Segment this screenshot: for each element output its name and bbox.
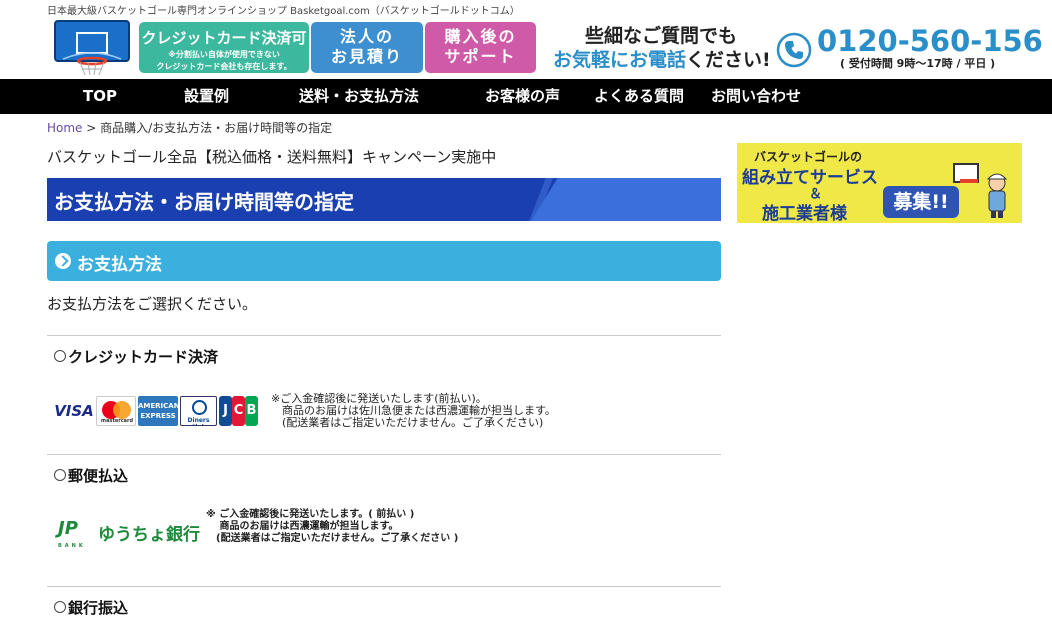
divider	[47, 454, 721, 455]
credit-card-label: クレジットカード決済	[68, 348, 219, 366]
recruit-badge: 募集!!	[883, 186, 959, 218]
divider	[47, 335, 721, 336]
credit-banner-title: クレジットカード決済可	[141, 29, 307, 47]
support-label-2: サポート	[444, 47, 517, 66]
section-title: お支払方法	[77, 255, 162, 275]
jcb-c: C	[232, 396, 245, 426]
payment-option-bank-transfer[interactable]: 銀行振込	[54, 597, 128, 618]
credit-card-note: ※ご入金確認後に発送いたします(前払い)。 商品のお届けは佐川急便または西濃運輸…	[271, 393, 556, 429]
estimate-label-2: お見積り	[330, 47, 403, 66]
payment-section-header: お支払方法	[47, 241, 721, 281]
jcb-logo: JCB	[219, 396, 258, 426]
nav-installation-examples[interactable]: 設置例	[184, 79, 229, 114]
phone-message-suffix: ください!	[686, 49, 771, 71]
jcb-j: J	[219, 396, 232, 426]
postal-note-line: ※ ご入金確認後に発送いたします。( 前払い )	[206, 509, 415, 520]
nav-faq[interactable]: よくある質問	[594, 79, 684, 114]
nav-contact[interactable]: お問い合わせ	[711, 79, 801, 114]
radio-postal-transfer[interactable]	[54, 469, 66, 481]
after-purchase-support-button[interactable]: 購入後の サポート	[425, 22, 536, 73]
visa-logo: VISA	[54, 396, 94, 426]
arrow-right-circle-icon	[55, 253, 71, 269]
nav-customer-voices[interactable]: お客様の声	[485, 79, 560, 114]
page-title: お支払方法・お届け時間等の指定	[54, 190, 354, 214]
breadcrumb: Home > 商品購入/お支払方法・お届け時間等の指定	[47, 119, 332, 136]
phone-message-line-1: 些細なご質問でも	[585, 25, 738, 47]
mastercard-logo-text: mastercard	[100, 418, 134, 424]
recruit-banner[interactable]: バスケットゴールの 組み立てサービス ＆ 施工業者様 募集!!	[737, 143, 1022, 223]
amex-logo-line-1: AMERICAN	[138, 402, 178, 410]
support-label-1: 購入後の	[444, 27, 517, 46]
recruit-banner-line-3: 施工業者様	[762, 204, 847, 223]
jp-bank-mark: JP	[58, 518, 78, 539]
phone-icon	[776, 32, 812, 68]
diners-logo: Diners Club	[180, 396, 217, 426]
breadcrumb-current: 商品購入/お支払方法・お届け時間等の指定	[100, 121, 333, 135]
campaign-notice: バスケットゴール全品【税込価格・送料無料】キャンペーン実施中	[47, 148, 497, 166]
basketball-hoop-icon	[54, 20, 130, 76]
radio-credit-card[interactable]	[54, 350, 66, 362]
postal-transfer-label: 郵便払込	[68, 467, 129, 485]
bank-transfer-label: 銀行振込	[68, 599, 129, 617]
main-nav: TOP 設置例 送料・お支払方法 お客様の声 よくある質問 お問い合わせ	[0, 79, 1052, 114]
site-logo[interactable]	[53, 19, 131, 77]
credit-banner-note-1: ※分割払い自体が使用できない	[168, 50, 280, 59]
breadcrumb-home-link[interactable]: Home	[47, 121, 82, 135]
page-title-bar: お支払方法・お届け時間等の指定	[47, 178, 721, 221]
estimate-label-1: 法人の	[339, 27, 394, 46]
jp-bank-icon: JP BANK	[58, 518, 90, 550]
nav-top[interactable]: TOP	[83, 79, 117, 114]
corporate-estimate-button[interactable]: 法人の お見積り	[311, 22, 423, 73]
postal-note-line: (配送業者はご指定いただけません。ご了承ください )	[206, 533, 459, 544]
worker-illustration-icon	[986, 173, 1008, 218]
phone-message-highlight: お気軽にお電話	[553, 49, 687, 71]
phone-hours: ( 受付時間 9時～17時 / 平日 )	[840, 57, 996, 70]
credit-banner-note-2: クレジットカード会社も存在します。	[156, 62, 292, 71]
credit-card-note-line: (配送業者はご指定いただけません。ご了承ください)	[271, 416, 544, 429]
breadcrumb-separator: >	[82, 121, 101, 135]
nav-shipping-payment[interactable]: 送料・お支払方法	[299, 79, 419, 114]
postal-note-line: 商品のお届けは西濃運輸が担当します。	[206, 521, 399, 532]
phone-message: 些細なご質問でも お気軽にお電話ください!	[553, 24, 771, 72]
phone-number[interactable]: 0120-560-156	[817, 24, 1043, 58]
amex-logo: AMERICAN EXPRESS	[138, 396, 178, 426]
diners-logo-text: Diners Club	[187, 417, 210, 425]
divider	[47, 586, 721, 587]
payment-instruction: お支払方法をご選択ください。	[47, 295, 258, 313]
jcb-b: B	[245, 396, 258, 426]
mastercard-logo: mastercard	[96, 396, 136, 426]
amex-logo-line-2: EXPRESS	[140, 412, 176, 420]
site-tagline: 日本最大級バスケットゴール専門オンラインショップ Basketgoal.com（…	[47, 6, 520, 17]
payment-option-postal-transfer[interactable]: 郵便払込	[54, 465, 128, 486]
postal-transfer-note: ※ ご入金確認後に発送いたします。( 前払い ) 商品のお届けは西濃運輸が担当し…	[206, 509, 458, 545]
yucho-bank-name: ゆうちょ銀行	[98, 525, 200, 545]
radio-bank-transfer[interactable]	[54, 601, 66, 613]
payment-option-credit-card[interactable]: クレジットカード決済	[54, 346, 218, 367]
jp-bank-text: BANK	[58, 543, 86, 549]
credit-card-banner[interactable]: クレジットカード決済可 ※分割払い自体が使用できない クレジットカード会社も存在…	[139, 22, 309, 73]
